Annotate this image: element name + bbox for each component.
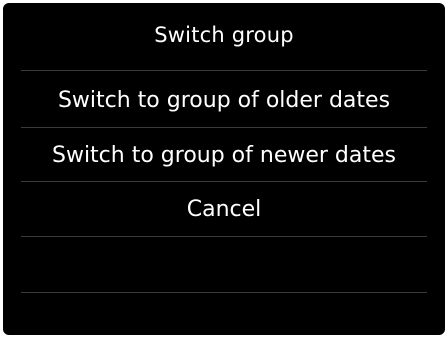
switch-newer-dates-option[interactable]: Switch to group of newer dates: [3, 128, 445, 183]
dialog-title: Switch group: [154, 23, 294, 47]
empty-menu-slot: [3, 293, 445, 335]
divider: [21, 70, 427, 71]
empty-menu-slot: [3, 237, 445, 292]
cancel-option[interactable]: Cancel: [3, 182, 445, 237]
lcd-screen: Switch group Switch to group of older da…: [3, 3, 445, 335]
switch-older-dates-option[interactable]: Switch to group of older dates: [3, 73, 445, 128]
